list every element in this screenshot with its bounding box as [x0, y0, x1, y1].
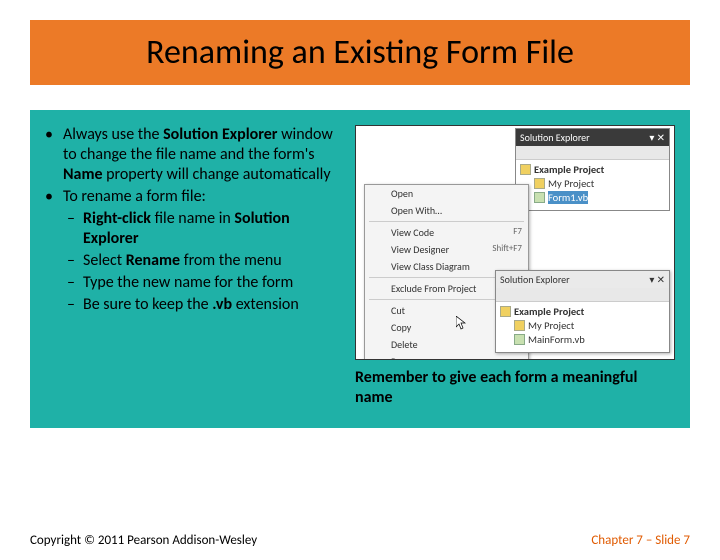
menu-open[interactable]: Open — [365, 185, 528, 202]
panel-titlebar: Solution Explorer ▾ ✕ — [516, 129, 669, 146]
bullet-2d: Be sure to keep the .vb extension — [63, 295, 340, 315]
screenshot-illustration: Solution Explorer ▾ ✕ Example Project My… — [355, 125, 675, 360]
slide-number: Chapter 7 – Slide 7 — [591, 533, 690, 548]
menu-view-designer[interactable]: View DesignerShift+F7 — [365, 241, 528, 258]
project-icon — [500, 306, 511, 317]
menu-rename[interactable]: Rename — [365, 353, 528, 360]
tree-project: Example Project — [520, 163, 665, 176]
bullet-1: Always use the Solution Explorer window … — [45, 125, 340, 185]
tree-my-project-2: My Project — [500, 319, 665, 332]
slide-title: Renaming an Existing Form File — [146, 32, 574, 73]
panel-controls: ▾ ✕ — [649, 131, 665, 144]
panel-title-2: Solution Explorer — [500, 273, 570, 286]
panel-title: Solution Explorer — [520, 131, 590, 144]
tree-project-2: Example Project — [500, 305, 665, 318]
bullet-2: To rename a form file: Right-click file … — [45, 187, 340, 315]
project-tree-2: Example Project My Project MainForm.vb — [496, 302, 669, 352]
folder-icon — [534, 178, 545, 189]
vb-file-icon — [534, 192, 545, 203]
project-icon — [520, 164, 531, 175]
image-column: Solution Explorer ▾ ✕ Example Project My… — [355, 125, 675, 408]
menu-view-code[interactable]: View CodeF7 — [365, 224, 528, 241]
bullet-2b: Select Rename from the menu — [63, 251, 340, 271]
vb-file-icon — [514, 334, 525, 345]
tree-form1: Form1.vb — [520, 191, 665, 204]
reminder-note: Remember to give each form a meaningful … — [355, 368, 675, 408]
panel-toolbar-2 — [496, 288, 669, 302]
folder-icon — [514, 320, 525, 331]
solution-explorer-panel-top: Solution Explorer ▾ ✕ Example Project My… — [515, 128, 670, 211]
footer: Copyright © 2011 Pearson Addison-Wesley … — [30, 533, 690, 548]
cursor-icon — [456, 316, 466, 330]
bullet-2c: Type the new name for the form — [63, 273, 340, 293]
tree-my-project: My Project — [520, 177, 665, 190]
content-area: Always use the Solution Explorer window … — [30, 110, 690, 428]
bullet-2a: Right-click file name in Solution Explor… — [63, 209, 340, 249]
copyright-text: Copyright © 2011 Pearson Addison-Wesley — [30, 533, 257, 548]
menu-open-with[interactable]: Open With… — [365, 202, 528, 219]
project-tree: Example Project My Project Form1.vb — [516, 160, 669, 210]
panel-controls-2: ▾ ✕ — [649, 273, 665, 286]
tree-mainform: MainForm.vb — [500, 333, 665, 346]
title-bar: Renaming an Existing Form File — [30, 20, 690, 85]
bullet-column: Always use the Solution Explorer window … — [45, 125, 340, 408]
panel-toolbar — [516, 146, 669, 160]
solution-explorer-panel-bottom: Solution Explorer ▾ ✕ Example Project My… — [495, 270, 670, 353]
panel-titlebar-2: Solution Explorer ▾ ✕ — [496, 271, 669, 288]
